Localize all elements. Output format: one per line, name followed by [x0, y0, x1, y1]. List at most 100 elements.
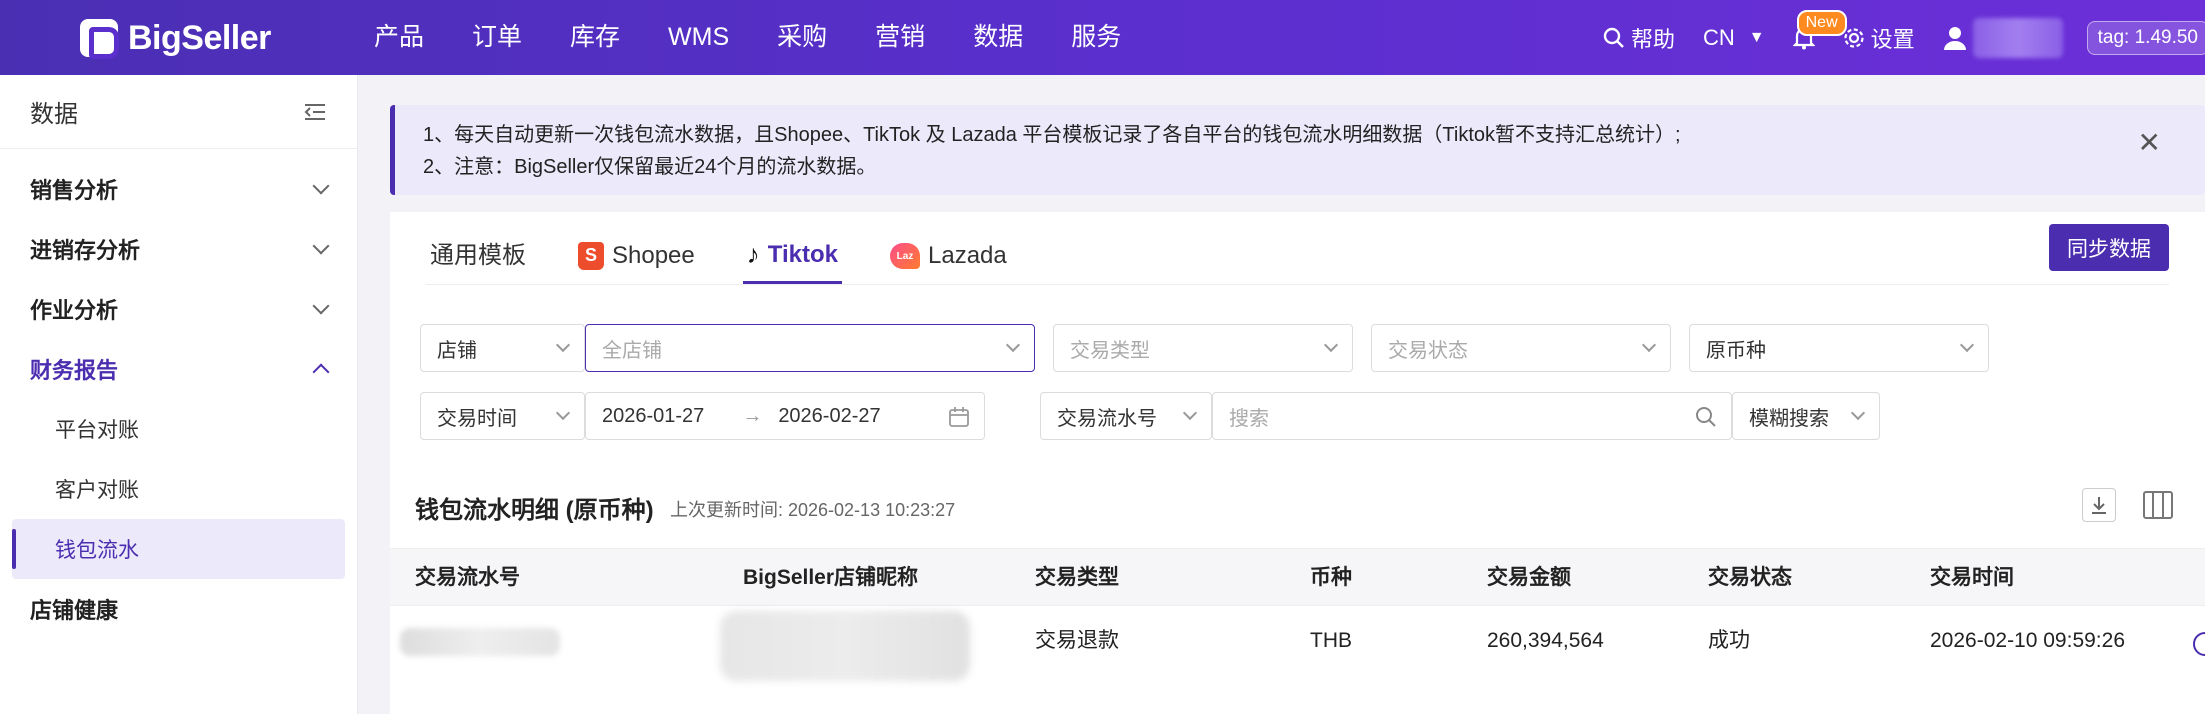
chevron-down-icon: [312, 177, 330, 195]
search-field-select[interactable]: 交易流水号: [1040, 392, 1212, 440]
col-store-nickname: BigSeller店铺昵称: [743, 566, 919, 589]
bigseller-logo-icon: [80, 19, 119, 59]
sidebar-item-sales-analysis[interactable]: 销售分析: [0, 159, 357, 219]
tab-label: Lazada: [928, 242, 1007, 269]
col-trade-type: 交易类型: [1035, 566, 1119, 589]
search-input[interactable]: 搜索: [1212, 392, 1732, 440]
chevron-down-icon: [1641, 337, 1657, 353]
sidebar-item-store-health[interactable]: 店铺健康: [0, 579, 357, 639]
time-type-select[interactable]: 交易时间: [420, 392, 585, 440]
info-notice: 1、每天自动更新一次钱包流水数据，且Shopee、TikTok 及 Lazada…: [390, 105, 2205, 195]
cell-amount: 260,394,564: [1487, 629, 1604, 652]
table-header: 交易流水号 BigSeller店铺昵称 交易类型 币种 交易金额 交易状态 交易…: [390, 548, 2205, 606]
tab-label: 通用模板: [430, 242, 526, 269]
brand-logo[interactable]: BigSeller: [80, 16, 271, 60]
trade-status-placeholder: 交易状态: [1388, 339, 1468, 362]
chevron-down-icon: [312, 297, 330, 315]
date-from[interactable]: 2026-01-27: [602, 405, 704, 428]
sidebar-item-label: 财务报告: [30, 358, 119, 383]
col-serial: 交易流水号: [415, 566, 520, 589]
cell-currency: THB: [1310, 629, 1352, 652]
nav-item-inventory[interactable]: 库存: [546, 0, 644, 75]
trade-type-select[interactable]: 交易类型: [1053, 324, 1353, 372]
sidebar-header: 数据: [0, 75, 357, 149]
version-tag: tag: 1.49.50: [2086, 20, 2205, 55]
nav-item-products[interactable]: 产品: [350, 0, 448, 75]
sidebar: 数据 销售分析 进销存分析 作业分析 财务报告 平台对账 客户对账 钱包流水 店…: [0, 75, 358, 714]
user-icon: [1943, 26, 1966, 50]
nav-item-data[interactable]: 数据: [949, 0, 1047, 75]
platform-tabs: 通用模板 Shopee ♪ Tiktok Laz Lazada: [426, 212, 2169, 285]
sidebar-item-wallet-transactions[interactable]: 钱包流水: [12, 519, 345, 579]
chevron-down-icon: [1182, 405, 1198, 421]
chevron-down-icon: [1323, 337, 1339, 353]
sidebar-item-platform-reconciliation[interactable]: 平台对账: [0, 399, 357, 459]
caret-down-icon: ▼: [1748, 28, 1765, 46]
notice-line-2: 2、注意：BigSeller仅保留最近24个月的流水数据。: [423, 156, 877, 178]
language-label: CN: [1702, 24, 1735, 50]
cell-status: 成功: [1708, 629, 1750, 652]
search-icon[interactable]: [1695, 406, 1717, 428]
tab-tiktok[interactable]: ♪ Tiktok: [742, 239, 842, 284]
lazada-logo-icon: Laz: [890, 243, 920, 269]
serial-redacted: [400, 628, 560, 656]
search-placeholder: 搜索: [1229, 407, 1269, 430]
user-name-redacted: [1972, 17, 2063, 58]
nav-item-orders[interactable]: 订单: [448, 0, 546, 75]
new-badge: New: [1796, 9, 1847, 36]
store-select[interactable]: 全店铺: [585, 324, 1035, 372]
col-status: 交易状态: [1708, 566, 1792, 589]
language-select[interactable]: CN ▼: [1689, 25, 1779, 51]
search-field-label: 交易流水号: [1057, 407, 1157, 430]
date-to[interactable]: 2026-02-27: [778, 405, 880, 428]
date-range-picker[interactable]: 2026-01-27 → 2026-02-27: [585, 392, 985, 440]
shopee-logo-icon: [578, 242, 604, 270]
tab-general-template[interactable]: 通用模板: [426, 235, 530, 284]
chevron-down-icon: [1850, 405, 1866, 421]
chevron-down-icon: [1005, 337, 1021, 353]
top-right-tools: 帮助 CN ▼ New 设置 tag: 1.49.50: [1589, 0, 2205, 75]
fuzzy-search-label: 模糊搜索: [1749, 407, 1829, 430]
user-menu[interactable]: [1929, 17, 2077, 58]
search-icon: [1603, 27, 1624, 48]
sidebar-item-finance-report[interactable]: 财务报告: [0, 339, 357, 399]
download-button[interactable]: [2082, 488, 2116, 522]
help-link[interactable]: 帮助: [1589, 22, 1689, 54]
store-filter-type-select[interactable]: 店铺: [420, 324, 585, 372]
cell-time: 2026-02-10 09:59:26: [1930, 629, 2125, 652]
sidebar-item-inventory-analysis[interactable]: 进销存分析: [0, 219, 357, 279]
arrow-right-icon: →: [742, 404, 763, 427]
sidebar-item-label: 店铺健康: [30, 598, 119, 623]
nav-item-wms[interactable]: WMS: [644, 0, 753, 75]
sidebar-item-operations-analysis[interactable]: 作业分析: [0, 279, 357, 339]
nav-item-marketing[interactable]: 营销: [851, 0, 949, 75]
wallet-card: 通用模板 Shopee ♪ Tiktok Laz Lazada 同步数据 店铺 …: [390, 212, 2205, 714]
col-currency: 币种: [1310, 566, 1352, 589]
table-row[interactable]: 交易退款 THB 260,394,564 成功 2026-02-10 09:59…: [390, 606, 2205, 681]
sidebar-item-customer-reconciliation[interactable]: 客户对账: [0, 459, 357, 519]
column-settings-button[interactable]: [2141, 488, 2175, 522]
fuzzy-search-select[interactable]: 模糊搜索: [1732, 392, 1880, 440]
calendar-icon: [949, 407, 969, 427]
download-icon: [2092, 497, 2106, 514]
columns-icon: [2143, 491, 2173, 519]
store-select-placeholder: 全店铺: [602, 339, 662, 362]
sync-data-button[interactable]: 同步数据: [2049, 224, 2169, 271]
chevron-down-icon: [555, 405, 571, 421]
tab-shopee[interactable]: Shopee: [574, 242, 699, 284]
store-filter-label: 店铺: [437, 339, 477, 362]
currency-select[interactable]: 原币种: [1689, 324, 1989, 372]
tab-label: Tiktok: [767, 240, 838, 268]
last-updated-text: 上次更新时间: 2026-02-13 10:23:27: [670, 500, 956, 520]
tab-lazada[interactable]: Laz Lazada: [886, 242, 1011, 284]
nav-item-services[interactable]: 服务: [1047, 0, 1145, 75]
main-nav: 产品 订单 库存 WMS 采购 营销 数据 服务: [350, 0, 1145, 75]
nav-item-purchase[interactable]: 采购: [753, 0, 851, 75]
section-title: 钱包流水明细 (原币种): [415, 497, 654, 524]
notifications-button[interactable]: New: [1779, 9, 1847, 50]
close-icon[interactable]: ✕: [2138, 127, 2161, 159]
collapse-menu-icon[interactable]: [303, 102, 327, 122]
trade-status-select[interactable]: 交易状态: [1371, 324, 1671, 372]
brand-name: BigSeller: [128, 18, 271, 57]
chevron-down-icon: [1959, 337, 1975, 353]
